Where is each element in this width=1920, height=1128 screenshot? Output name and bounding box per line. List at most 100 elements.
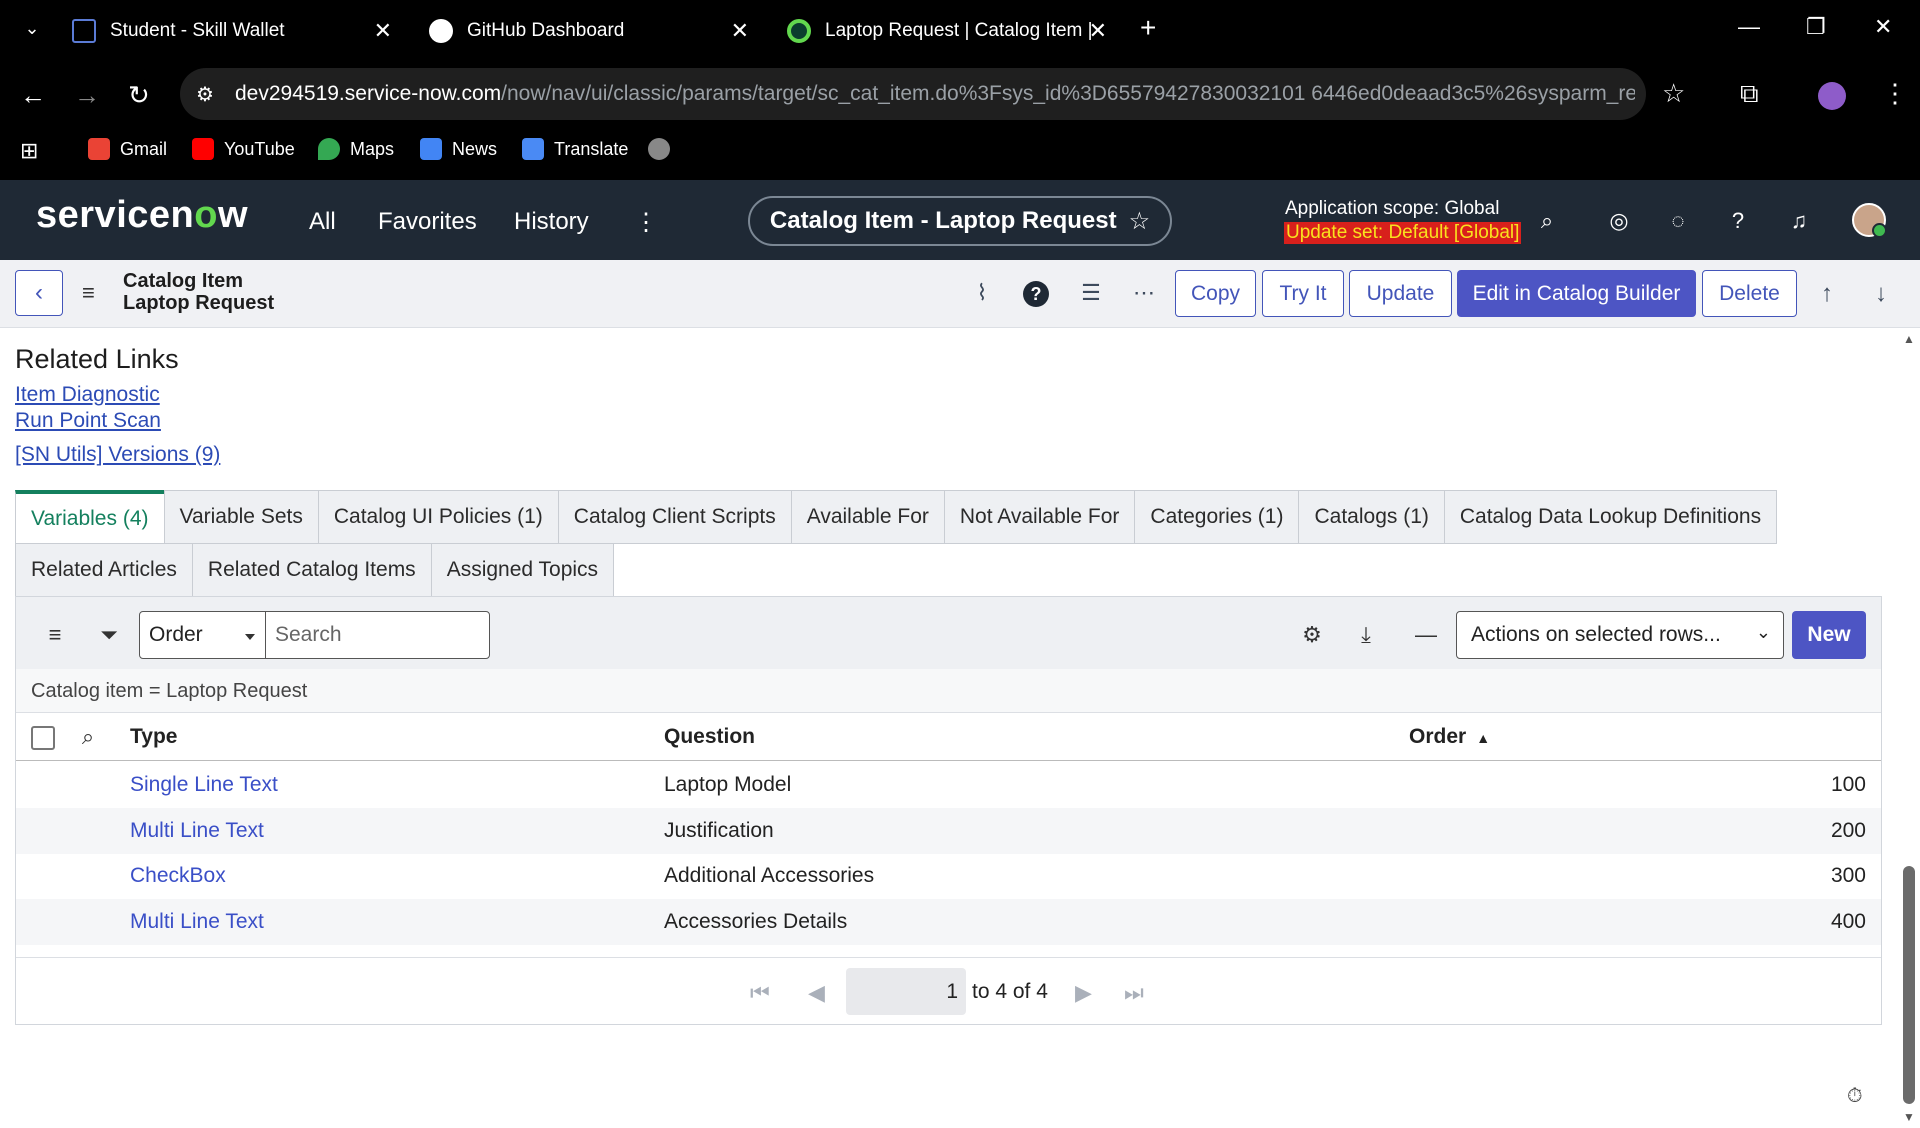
tab-search-chevron-icon[interactable]: ⌄ — [20, 18, 44, 42]
tab-available-for[interactable]: Available For — [790, 490, 945, 544]
servicenow-logo[interactable]: servicenow — [36, 194, 248, 237]
attachment-paperclip-icon[interactable]: ⌇ — [968, 280, 996, 308]
tab-not-available-for[interactable]: Not Available For — [943, 490, 1136, 544]
bookmark-gmail[interactable]: Gmail — [88, 138, 167, 160]
close-window-icon[interactable]: ✕ — [1874, 14, 1892, 40]
minimize-icon[interactable]: — — [1738, 14, 1760, 40]
search-icon[interactable]: ⌕ — [1533, 208, 1561, 236]
tab-related-articles[interactable]: Related Articles — [15, 543, 193, 597]
tab-related-catalog-items[interactable]: Related Catalog Items — [191, 543, 432, 597]
delete-button[interactable]: Delete — [1702, 270, 1797, 317]
chat-icon[interactable]: ◌ — [1664, 208, 1692, 236]
try-it-button[interactable]: Try It — [1262, 270, 1344, 317]
sn-utils-versions-link[interactable]: [SN Utils] Versions (9) — [15, 443, 220, 467]
scroll-down-arrow-icon[interactable]: ▼ — [1903, 1110, 1915, 1124]
next-record-arrow-icon[interactable]: ↓ — [1867, 280, 1895, 308]
tab-catalog-data-lookup-definitions[interactable]: Catalog Data Lookup Definitions — [1443, 490, 1778, 544]
list-context-menu-icon[interactable]: ≡ — [41, 622, 69, 648]
tab-variables[interactable]: Variables (4) — [15, 490, 165, 544]
bookmark-news[interactable]: News — [420, 138, 497, 160]
close-tab-icon[interactable]: ✕ — [731, 18, 749, 44]
browser-tab-laptop-request[interactable]: Laptop Request | Catalog Item | ✕ — [787, 10, 1107, 52]
previous-record-arrow-icon[interactable]: ↑ — [1813, 280, 1841, 308]
update-set-badge[interactable]: Update set: Default [Global] — [1284, 222, 1522, 244]
news-icon — [420, 138, 442, 160]
bookmark-translate[interactable]: Translate — [522, 138, 628, 160]
restore-icon[interactable]: ❐ — [1806, 14, 1826, 40]
bookmark-star-icon[interactable]: ☆ — [1662, 78, 1685, 109]
new-button[interactable]: New — [1792, 611, 1866, 659]
run-point-scan-link[interactable]: Run Point Scan — [15, 409, 161, 433]
collapse-list-icon[interactable]: — — [1412, 622, 1440, 648]
download-icon[interactable]: ⤓ — [1352, 622, 1380, 648]
close-tab-icon[interactable]: ✕ — [1089, 18, 1107, 44]
previous-page-icon[interactable]: ◀ — [808, 980, 825, 1006]
browser-tab-github[interactable]: GitHub Dashboard ✕ — [429, 10, 749, 52]
close-tab-icon[interactable]: ✕ — [374, 18, 392, 44]
back-arrow-icon[interactable]: ← — [20, 80, 46, 111]
filter-breadcrumb[interactable]: Catalog item = Laptop Request — [31, 680, 307, 703]
tab-catalogs[interactable]: Catalogs (1) — [1298, 490, 1445, 544]
timer-icon[interactable]: ⏱ — [1847, 1085, 1863, 1108]
next-page-icon[interactable]: ▶ — [1075, 980, 1092, 1006]
page-context-pill[interactable]: Catalog Item - Laptop Request ☆ — [748, 196, 1172, 246]
actions-on-selected-rows-select[interactable]: Actions on selected rows... ⌄ — [1456, 611, 1784, 659]
profile-icon[interactable] — [1818, 82, 1846, 110]
page-number-input[interactable]: 1 — [846, 968, 966, 1015]
nav-all[interactable]: All — [309, 208, 336, 236]
column-header-order[interactable]: Order ▲ — [1409, 725, 1490, 749]
help-icon[interactable]: ? — [1724, 208, 1752, 236]
nav-favorites[interactable]: Favorites — [378, 208, 477, 236]
back-button[interactable]: ‹ — [15, 270, 63, 316]
favorite-star-icon[interactable]: ☆ — [1129, 207, 1151, 236]
globe-bookmark-icon[interactable] — [648, 138, 680, 160]
type-link[interactable]: CheckBox — [130, 864, 226, 888]
new-tab-plus-icon[interactable]: + — [1140, 12, 1156, 44]
column-search-icon[interactable]: ⌕ — [74, 724, 102, 750]
nav-history[interactable]: History — [514, 208, 589, 236]
filter-funnel-icon[interactable]: ⏷ — [95, 622, 123, 648]
avatar[interactable] — [1852, 203, 1887, 238]
type-link[interactable]: Multi Line Text — [130, 819, 264, 843]
column-header-question[interactable]: Question — [664, 725, 755, 749]
type-link[interactable]: Multi Line Text — [130, 910, 264, 934]
application-scope[interactable]: Application scope: Global — [1285, 198, 1499, 220]
copy-button[interactable]: Copy — [1175, 270, 1256, 317]
related-links-heading: Related Links — [15, 344, 179, 374]
personalize-sliders-icon[interactable]: ☰ — [1077, 280, 1105, 308]
browser-tab-skill-wallet[interactable]: Student - Skill Wallet ✕ — [72, 10, 392, 52]
url-text[interactable]: dev294519.service-now.com/now/nav/ui/cla… — [235, 82, 1635, 106]
bookmark-youtube[interactable]: YouTube — [192, 138, 295, 160]
list-settings-gear-icon[interactable]: ⚙ — [1298, 622, 1326, 648]
last-page-icon[interactable]: ⏭ — [1124, 980, 1144, 1006]
nav-more-icon[interactable]: ⋮ — [634, 208, 658, 237]
scrollbar-thumb[interactable] — [1903, 866, 1915, 1104]
notifications-bell-icon[interactable]: ♫ — [1785, 208, 1813, 236]
update-button[interactable]: Update — [1349, 270, 1452, 317]
scroll-up-arrow-icon[interactable]: ▲ — [1903, 332, 1915, 346]
tab-catalog-client-scripts[interactable]: Catalog Client Scripts — [557, 490, 792, 544]
edit-in-catalog-builder-button[interactable]: Edit in Catalog Builder — [1457, 270, 1696, 317]
type-link[interactable]: Single Line Text — [130, 773, 278, 797]
reload-icon[interactable]: ↻ — [128, 80, 150, 111]
item-diagnostic-link[interactable]: Item Diagnostic — [15, 383, 160, 407]
more-options-icon[interactable]: ⋯ — [1130, 280, 1158, 308]
bookmark-maps[interactable]: Maps — [318, 138, 394, 160]
browser-menu-icon[interactable]: ⋮ — [1882, 78, 1908, 109]
globe-icon[interactable]: ◎ — [1605, 208, 1633, 236]
select-all-checkbox[interactable] — [31, 726, 55, 750]
extensions-icon[interactable]: ⧉ — [1740, 78, 1759, 110]
search-field-select[interactable]: Order — [139, 611, 266, 659]
apps-grid-icon[interactable]: ⊞ — [20, 138, 38, 164]
tab-assigned-topics[interactable]: Assigned Topics — [430, 543, 615, 597]
tab-variable-sets[interactable]: Variable Sets — [163, 490, 319, 544]
tab-catalog-ui-policies[interactable]: Catalog UI Policies (1) — [317, 490, 559, 544]
forward-arrow-icon[interactable]: → — [74, 80, 100, 111]
column-header-type[interactable]: Type — [130, 725, 177, 749]
help-circle-icon[interactable]: ? — [1023, 281, 1049, 307]
tab-categories[interactable]: Categories (1) — [1134, 490, 1300, 544]
first-page-icon[interactable]: ⏮ — [750, 980, 770, 1006]
site-info-icon[interactable]: ⚙ — [196, 82, 214, 107]
list-search-input[interactable]: Search — [265, 611, 490, 659]
form-context-menu-icon[interactable]: ≡ — [82, 280, 95, 306]
